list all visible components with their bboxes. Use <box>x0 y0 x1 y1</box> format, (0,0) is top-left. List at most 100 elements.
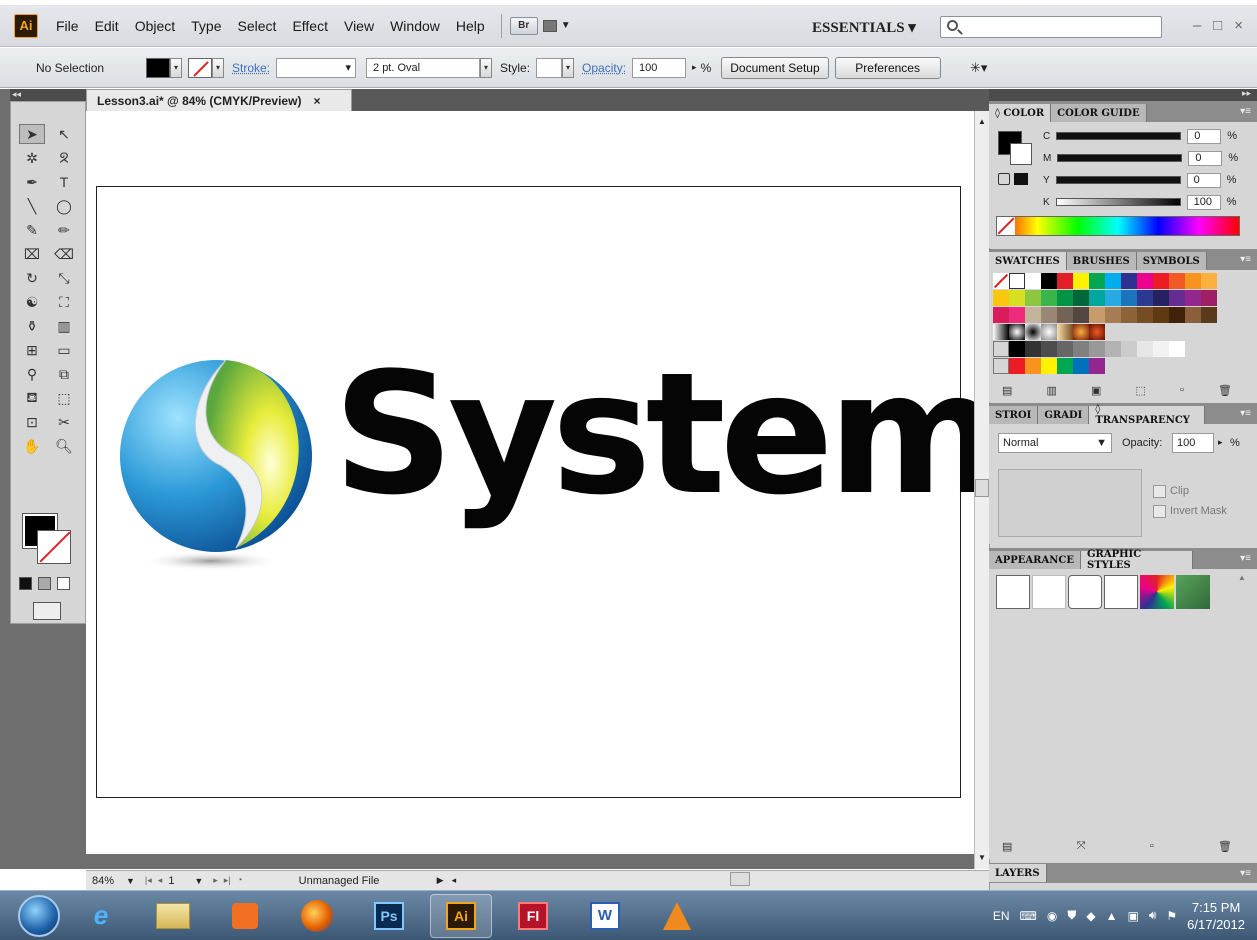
vertical-scroll-thumb[interactable] <box>975 479 989 497</box>
swatch[interactable] <box>1025 341 1041 357</box>
blend-mode-select[interactable]: Normal ▼ <box>998 433 1112 453</box>
yellow-slider[interactable] <box>1055 176 1181 184</box>
swatch-gradient[interactable] <box>1089 324 1105 340</box>
stroke-label[interactable]: Stroke: <box>232 61 270 75</box>
swatch[interactable] <box>1041 290 1057 306</box>
artboard-number[interactable]: 1 <box>168 875 194 887</box>
select-similar-icon[interactable]: ✳▾ <box>967 58 991 78</box>
eraser-tool-icon[interactable]: ⌫ <box>51 244 77 264</box>
action-center-icon[interactable]: ⚑ <box>1166 909 1177 923</box>
rotate-tool-icon[interactable]: ↻ <box>19 268 45 288</box>
hand-tool-icon[interactable]: ✋ <box>19 436 45 456</box>
network-icon[interactable]: ▣ <box>1127 909 1138 923</box>
swatch[interactable] <box>1137 273 1153 289</box>
swatch[interactable] <box>1121 307 1137 323</box>
swatch-gradient[interactable] <box>993 324 1009 340</box>
black-value[interactable]: 100 <box>1186 194 1221 210</box>
opacity-label[interactable]: Opacity: <box>582 61 626 75</box>
swatch[interactable] <box>1121 273 1137 289</box>
swatch[interactable] <box>1089 307 1105 323</box>
taskbar-ie-icon[interactable]: e <box>70 894 132 938</box>
swatch[interactable] <box>1073 307 1089 323</box>
cube-icon[interactable] <box>998 173 1010 185</box>
panel-menu-icon[interactable]: ▾≡ <box>1240 254 1251 265</box>
swatch-none[interactable] <box>993 273 1009 289</box>
fill-swatch[interactable] <box>146 57 170 78</box>
tab-symbols[interactable]: SYMBOLS <box>1136 252 1207 270</box>
swatch-options-icon[interactable]: ▣ <box>1091 384 1101 397</box>
symbol-sprayer-tool-icon[interactable]: ⚱ <box>19 316 45 336</box>
fill-stroke-widget[interactable] <box>22 513 75 570</box>
stroke-weight-field[interactable]: ▾ <box>276 57 357 78</box>
swatch[interactable] <box>1041 358 1057 374</box>
close-tab-icon[interactable]: × <box>313 94 320 108</box>
next-artboard-icon[interactable]: ▸ <box>213 875 218 886</box>
swatch[interactable] <box>1105 341 1121 357</box>
new-swatch-icon[interactable]: ▫ <box>1180 384 1184 397</box>
color-spectrum-bar[interactable] <box>996 216 1240 236</box>
web-safe-swatch[interactable] <box>1014 173 1028 185</box>
gradient-tool-icon[interactable]: ▭ <box>51 340 77 360</box>
swatch[interactable] <box>1105 290 1121 306</box>
swatch[interactable] <box>1057 290 1073 306</box>
swatch-gradient[interactable] <box>1009 324 1025 340</box>
swatch[interactable] <box>1153 273 1169 289</box>
swatch[interactable] <box>993 290 1009 306</box>
pen-tool-icon[interactable]: ✒ <box>19 172 45 192</box>
swatch-gradient[interactable] <box>1025 324 1041 340</box>
scale-tool-icon[interactable]: ⤡ <box>51 268 77 288</box>
logo-sphere-icon[interactable] <box>116 358 316 578</box>
tab-layers[interactable]: LAYERS <box>989 864 1047 882</box>
none-mode-icon[interactable] <box>57 577 70 590</box>
taskbar-vlc-icon[interactable] <box>646 894 708 938</box>
swatch[interactable] <box>1057 307 1073 323</box>
stroke-color-box[interactable] <box>37 530 71 564</box>
swatch[interactable] <box>1041 273 1057 289</box>
logo-wordmark[interactable]: System <box>333 350 1003 518</box>
close-button[interactable]: × <box>1234 17 1243 34</box>
panel-menu-icon[interactable]: ▾≡ <box>1240 553 1251 564</box>
arrange-documents-button[interactable]: ▼ <box>538 17 576 35</box>
swatch[interactable] <box>1041 307 1057 323</box>
cyan-slider[interactable] <box>1056 132 1182 140</box>
menu-window[interactable]: Window <box>382 18 448 34</box>
swatch-gradient[interactable] <box>1057 324 1073 340</box>
blob-brush-tool-icon[interactable]: ⌧ <box>19 244 45 264</box>
tab-swatches[interactable]: SWATCHES <box>989 252 1067 270</box>
swatch[interactable] <box>1073 341 1089 357</box>
slice-tool-icon[interactable]: ✂ <box>51 412 77 432</box>
yellow-value[interactable]: 0 <box>1186 172 1221 188</box>
pencil-tool-icon[interactable]: ✏ <box>51 220 77 240</box>
dock-header[interactable]: ▸▸ <box>989 88 1257 101</box>
tray-vlc-icon[interactable]: ▲ <box>1106 909 1118 923</box>
graphic-style[interactable] <box>1140 575 1174 609</box>
graphic-style-libraries-icon[interactable]: ▤ <box>1002 840 1012 853</box>
graphic-style[interactable] <box>1032 575 1066 609</box>
mesh-tool-icon[interactable]: ⊞ <box>19 340 45 360</box>
minimize-button[interactable]: – <box>1193 17 1201 34</box>
tab-gradient[interactable]: GRADI <box>1038 406 1090 424</box>
menu-help[interactable]: Help <box>448 18 493 34</box>
workspace-switcher[interactable]: ESSENTIALS ▾ <box>812 18 916 37</box>
swatch[interactable] <box>1041 341 1057 357</box>
tab-color-guide[interactable]: COLOR GUIDE <box>1051 104 1147 122</box>
start-button[interactable] <box>18 894 60 937</box>
swatch-registration[interactable] <box>1009 273 1025 289</box>
opacity-arrow-icon[interactable]: ▸ <box>1218 437 1223 448</box>
menu-select[interactable]: Select <box>230 18 285 34</box>
swatch[interactable] <box>1153 341 1169 357</box>
line-tool-icon[interactable]: ╲ <box>19 196 45 216</box>
tab-color[interactable]: ◊ COLOR <box>989 104 1052 122</box>
tools-panel-header[interactable]: ◂◂ <box>10 89 86 101</box>
language-indicator[interactable]: EN <box>993 909 1010 923</box>
taskbar-word-icon[interactable]: W <box>574 894 636 938</box>
cyan-value[interactable]: 0 <box>1187 128 1222 144</box>
swatch[interactable] <box>1153 290 1169 306</box>
graphic-style[interactable] <box>1104 575 1138 609</box>
swatch[interactable] <box>1025 307 1041 323</box>
swatch-libraries-icon[interactable]: ▤ <box>1002 384 1012 397</box>
scroll-up-icon[interactable]: ▲ <box>1238 573 1246 582</box>
swatch[interactable] <box>1137 307 1153 323</box>
taskbar-explorer-icon[interactable] <box>142 894 204 938</box>
swatch[interactable] <box>1025 273 1041 289</box>
